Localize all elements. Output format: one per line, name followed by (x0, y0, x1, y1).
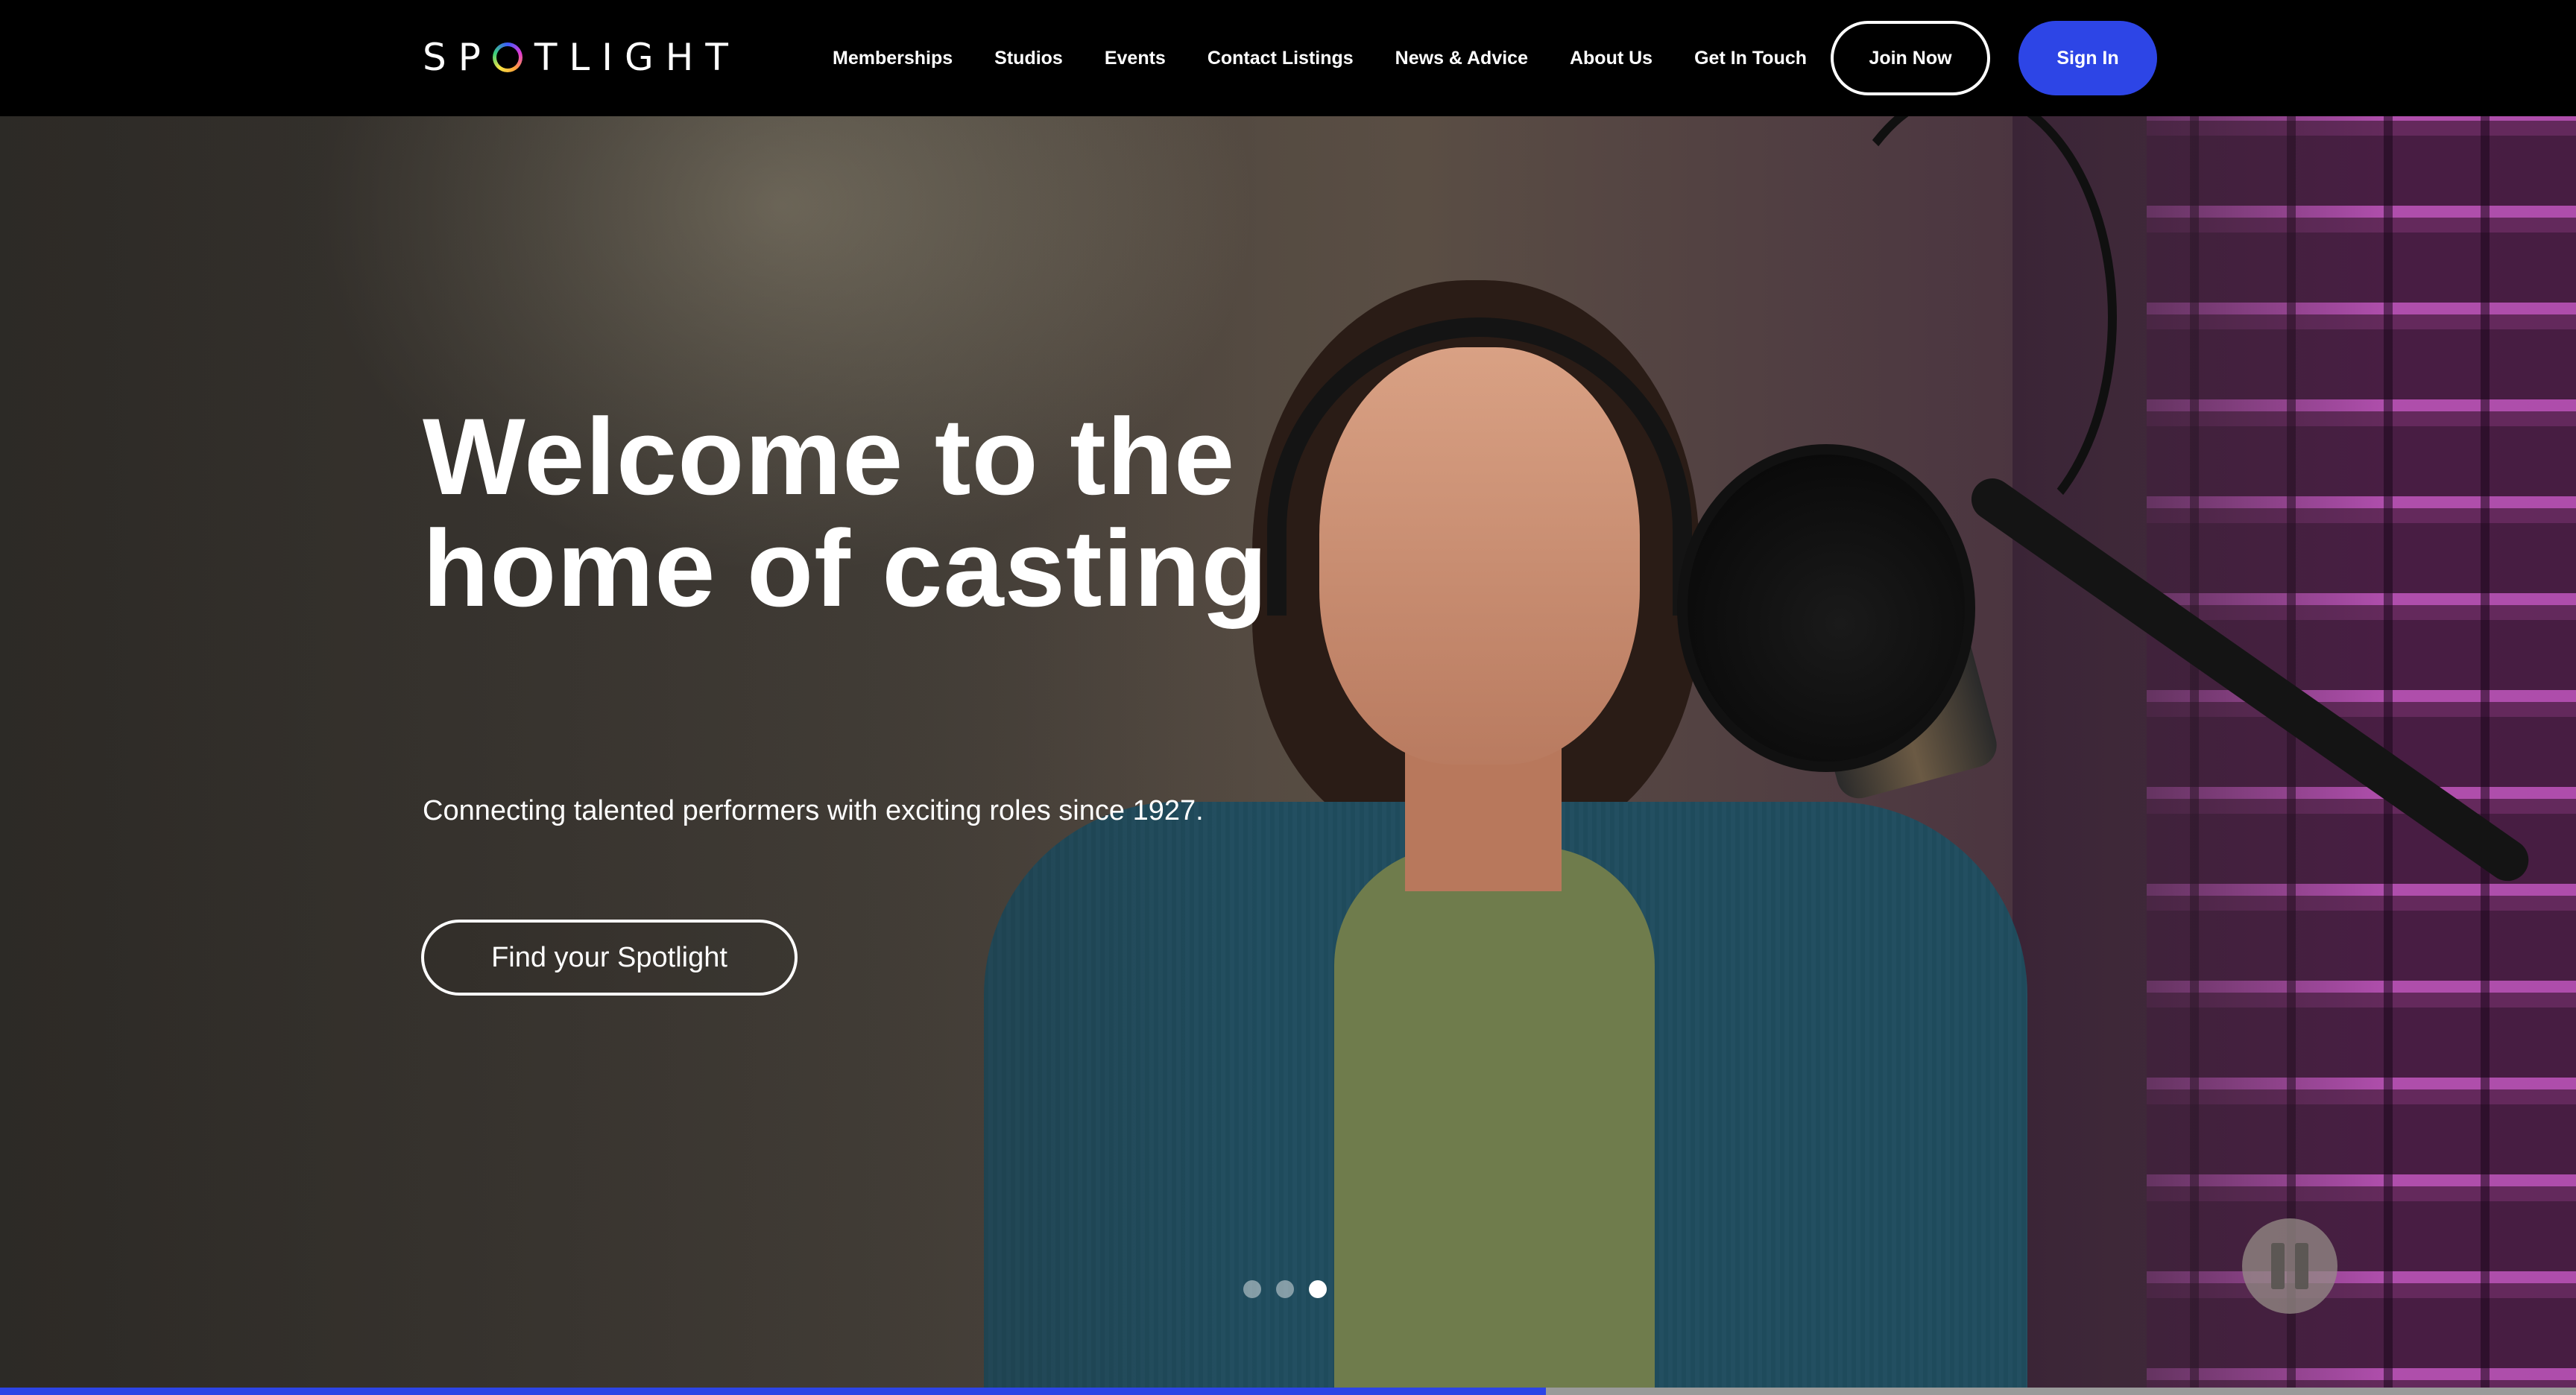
text-overlay (0, 116, 1267, 1395)
hero-subtitle: Connecting talented performers with exci… (423, 795, 1204, 826)
shirt (1334, 847, 1655, 1395)
site-header: SP TLIGHT Memberships Studios Events Cont… (0, 0, 2576, 116)
sign-in-button[interactable]: Sign In (2018, 21, 2157, 95)
hero-title-line-1: Welcome to the (423, 396, 1236, 517)
rainbow-ring-icon (493, 42, 523, 72)
nav-events[interactable]: Events (1105, 48, 1166, 69)
find-your-spotlight-button[interactable]: Find your Spotlight (421, 920, 798, 996)
slide-progress-bar (0, 1388, 2576, 1395)
carousel-dot-3[interactable] (1309, 1280, 1327, 1298)
join-now-button[interactable]: Join Now (1831, 21, 1990, 95)
hero-title-line-2: home of casting (423, 507, 1269, 629)
pause-icon-bar (2295, 1243, 2308, 1289)
hero-title: Welcome to the home of casting (423, 401, 1392, 624)
carousel-dots (1243, 1280, 1327, 1298)
spotlight-logo[interactable]: SP TLIGHT (423, 36, 740, 79)
nav-memberships[interactable]: Memberships (833, 48, 953, 69)
nav-about-us[interactable]: About Us (1570, 48, 1652, 69)
nav-news-advice[interactable]: News & Advice (1395, 48, 1528, 69)
logo-text-end: TLIGHT (534, 36, 740, 79)
pause-icon (2271, 1243, 2285, 1289)
slide-progress-fill (0, 1388, 1546, 1395)
carousel-dot-2[interactable] (1276, 1280, 1294, 1298)
logo-text-start: SP (423, 36, 493, 79)
pause-button[interactable] (2242, 1218, 2337, 1314)
pop-filter (1677, 444, 1975, 772)
nav-studios[interactable]: Studios (994, 48, 1063, 69)
main-nav: Memberships Studios Events Contact Listi… (833, 0, 1807, 116)
nav-contact-listings[interactable]: Contact Listings (1208, 48, 1354, 69)
nav-get-in-touch[interactable]: Get In Touch (1694, 48, 1807, 69)
carousel-dot-1[interactable] (1243, 1280, 1261, 1298)
hero-section (0, 116, 2576, 1395)
